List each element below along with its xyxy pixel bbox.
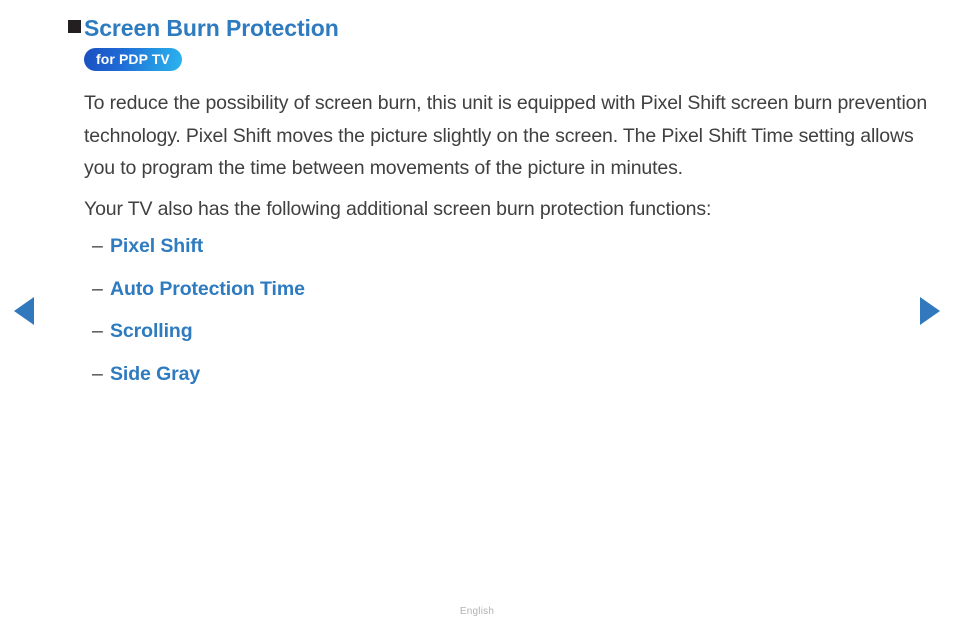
list-item: – Scrolling bbox=[84, 319, 928, 362]
list-item-label[interactable]: Side Gray bbox=[110, 362, 200, 386]
page-title: Screen Burn Protection bbox=[84, 15, 339, 41]
square-bullet-icon bbox=[68, 20, 81, 33]
dash-marker: – bbox=[92, 277, 103, 300]
paragraph-2: Your TV also has the following additiona… bbox=[84, 197, 712, 220]
dash-marker: – bbox=[92, 320, 103, 343]
list-item: – Pixel Shift bbox=[84, 234, 928, 277]
list-item-label[interactable]: Pixel Shift bbox=[110, 234, 203, 258]
feature-list: – Pixel Shift – Auto Protection Time – S… bbox=[84, 234, 928, 404]
list-item-label[interactable]: Scrolling bbox=[110, 319, 193, 343]
badge-row: for PDP TV bbox=[84, 48, 928, 71]
page-content: Screen Burn Protection for PDP TV To red… bbox=[68, 14, 928, 404]
page-footer-language: English bbox=[459, 606, 495, 617]
list-item: – Auto Protection Time bbox=[84, 277, 928, 320]
manual-page: Screen Burn Protection for PDP TV To red… bbox=[0, 0, 954, 624]
status-badge: for PDP TV bbox=[84, 48, 182, 71]
list-item-label[interactable]: Auto Protection Time bbox=[110, 277, 305, 301]
list-item: – Side Gray bbox=[84, 362, 928, 405]
body-block: To reduce the possibility of screen burn… bbox=[84, 87, 928, 404]
dash-marker: – bbox=[92, 235, 103, 258]
section-heading: Screen Burn Protection bbox=[68, 14, 928, 42]
paragraph-1: To reduce the possibility of screen burn… bbox=[84, 92, 928, 180]
previous-page-arrow-icon[interactable] bbox=[14, 297, 34, 325]
dash-marker: – bbox=[92, 362, 103, 385]
